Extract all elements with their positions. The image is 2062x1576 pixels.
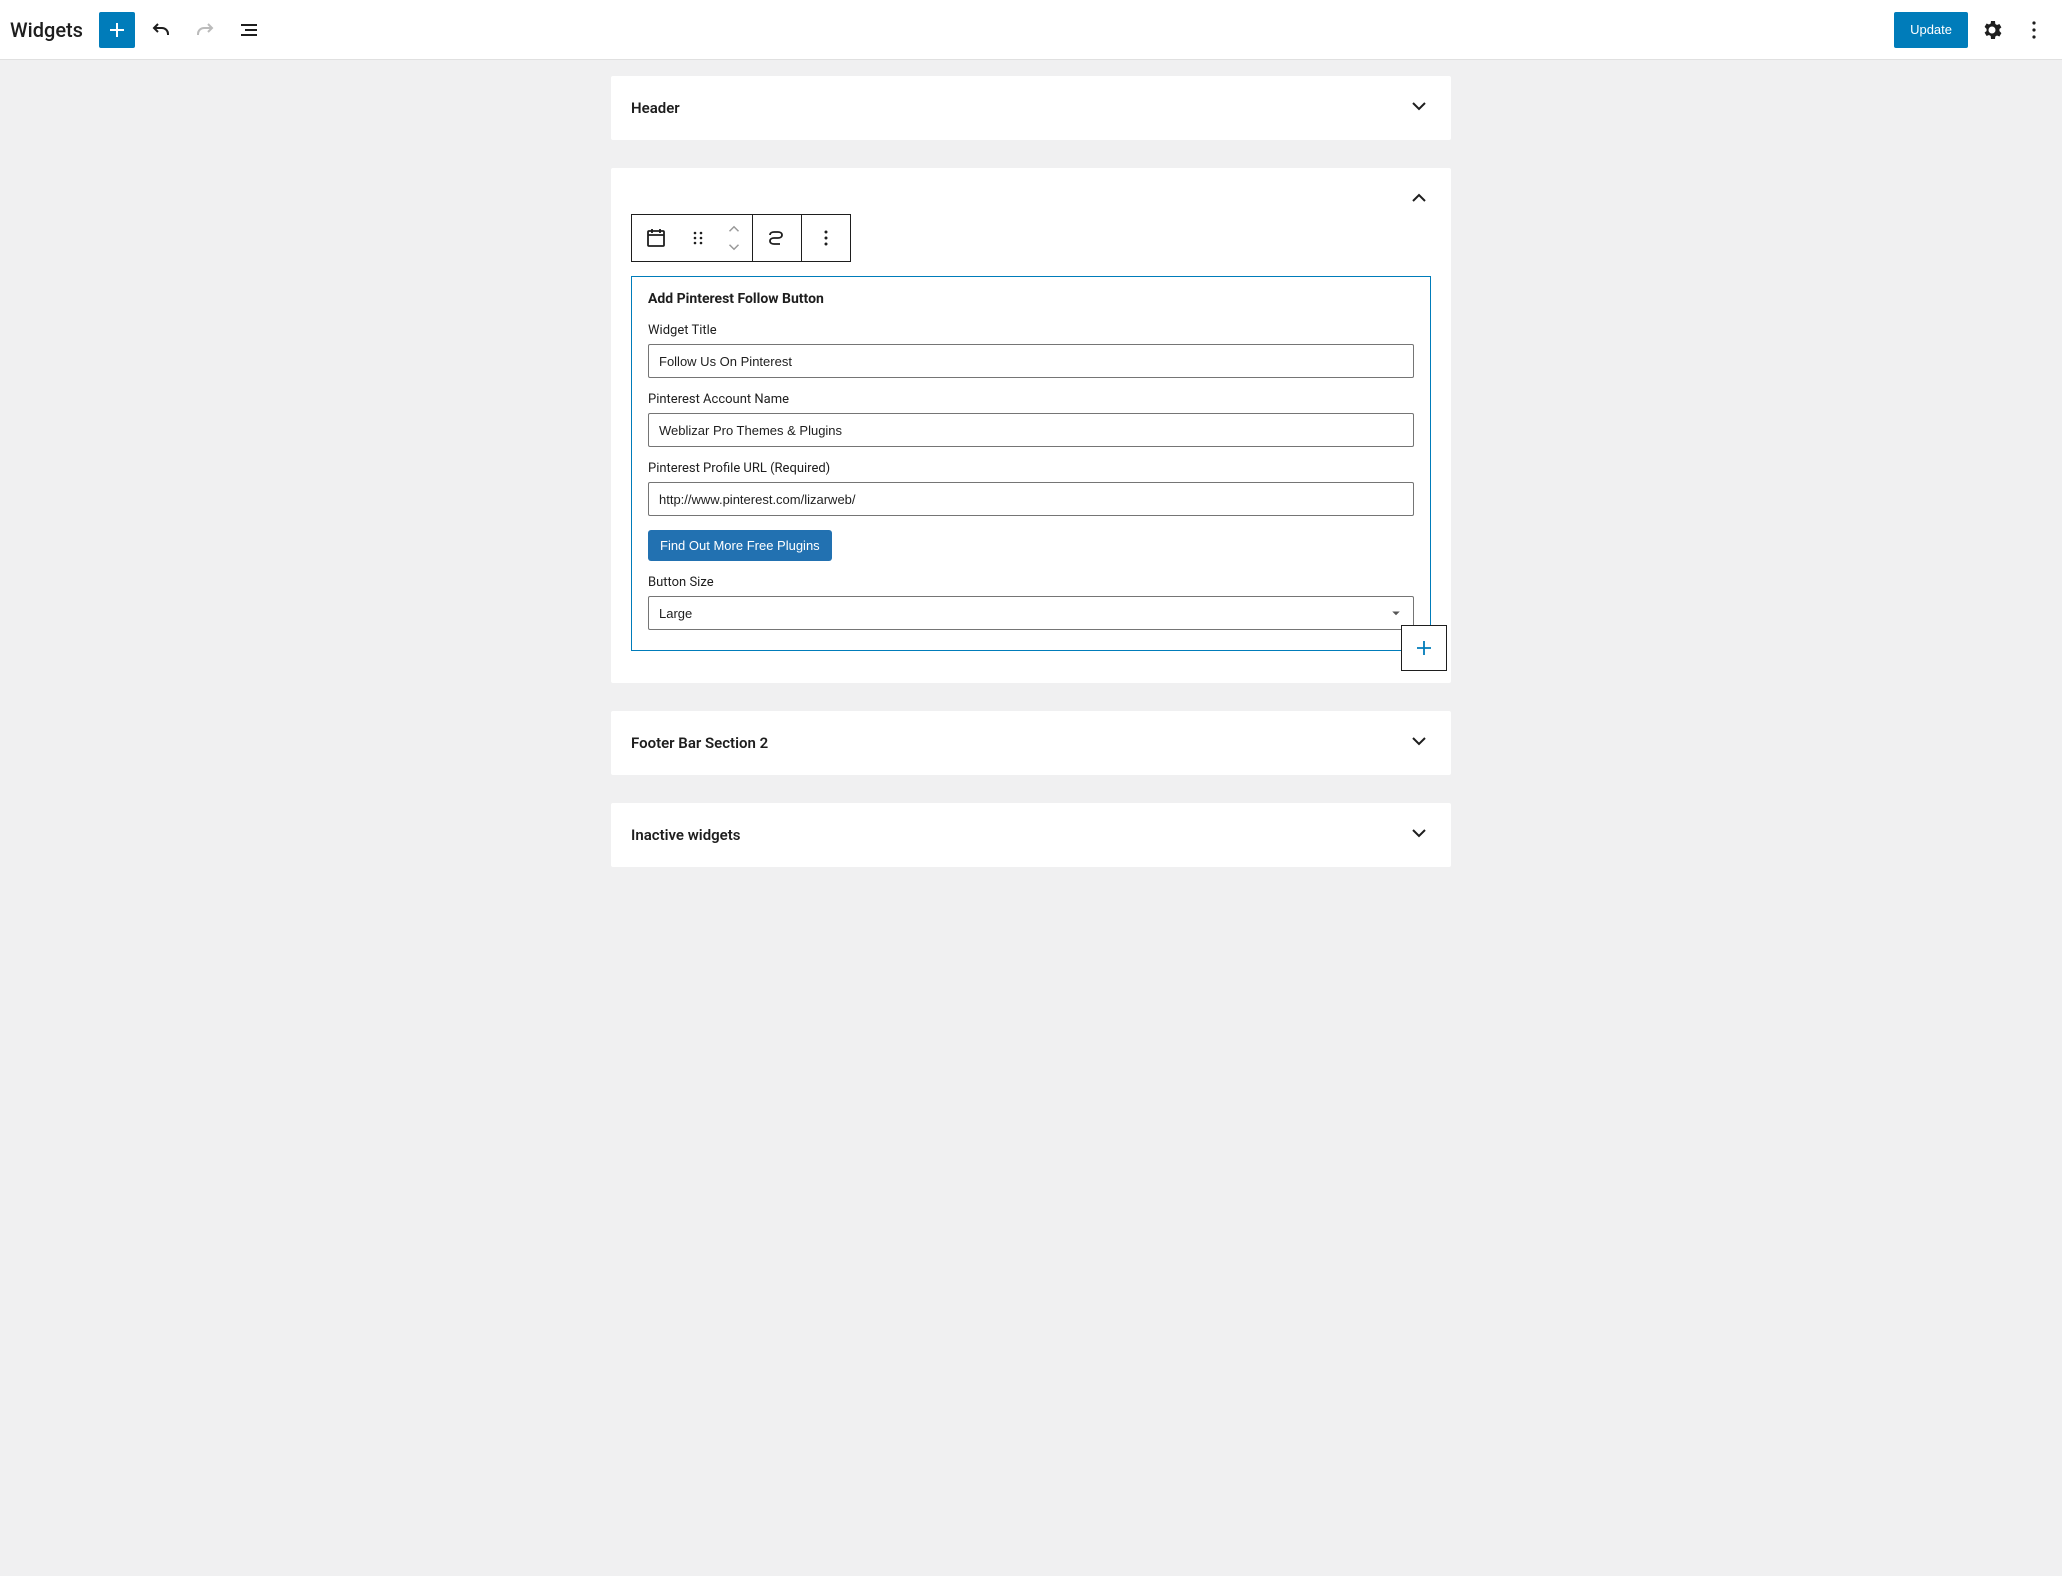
label-profile-url: Pinterest Profile URL (Required) <box>648 461 1414 476</box>
widget-area-inactive: Inactive widgets <box>611 803 1451 867</box>
plus-icon <box>1412 636 1436 660</box>
update-button[interactable]: Update <box>1894 12 1968 48</box>
widget-area-expanded: Add Pinterest Follow Button Widget Title… <box>611 168 1451 683</box>
widget-area-footer-bar-2: Footer Bar Section 2 <box>611 711 1451 775</box>
input-account-name[interactable] <box>648 413 1414 447</box>
add-block-toggle[interactable] <box>99 12 135 48</box>
block-type-button[interactable] <box>632 215 680 261</box>
more-vertical-icon <box>814 226 838 250</box>
chevron-down-icon <box>725 238 743 256</box>
move-up-button[interactable] <box>716 220 752 238</box>
panel-body: Add Pinterest Follow Button Widget Title… <box>611 214 1451 683</box>
panel-toggle-expanded[interactable] <box>611 168 1451 214</box>
field-account-name: Pinterest Account Name <box>648 392 1414 447</box>
chevron-down-icon <box>1407 821 1431 849</box>
drag-handle[interactable] <box>680 215 716 261</box>
panel-title: Footer Bar Section 2 <box>631 734 768 752</box>
redo-icon <box>193 18 217 42</box>
drag-icon <box>686 226 710 250</box>
field-button-size: Button Size Large <box>648 575 1414 630</box>
top-bar-right: Update <box>1894 12 2052 48</box>
panel-title: Inactive widgets <box>631 826 741 844</box>
move-to-button[interactable] <box>753 215 801 261</box>
move-to-icon <box>765 226 789 250</box>
widget-area-header: Header <box>611 76 1451 140</box>
block-toolbar <box>631 214 851 262</box>
panel-toggle-footer[interactable]: Footer Bar Section 2 <box>611 711 1451 775</box>
label-account-name: Pinterest Account Name <box>648 392 1414 407</box>
chevron-down-icon <box>1407 729 1431 757</box>
options-button[interactable] <box>2016 12 2052 48</box>
list-view-icon <box>237 18 261 42</box>
panel-title: Header <box>631 99 680 117</box>
panel-toggle-header[interactable]: Header <box>611 76 1451 140</box>
top-bar-left: Widgets <box>10 12 267 48</box>
page-title: Widgets <box>10 18 91 42</box>
input-profile-url[interactable] <box>648 482 1414 516</box>
settings-button[interactable] <box>1974 12 2010 48</box>
field-widget-title: Widget Title <box>648 323 1414 378</box>
block-options-button[interactable] <box>802 215 850 261</box>
plus-icon <box>105 18 129 42</box>
pinterest-follow-widget-block: Add Pinterest Follow Button Widget Title… <box>631 276 1431 651</box>
undo-icon <box>149 18 173 42</box>
label-widget-title: Widget Title <box>648 323 1414 338</box>
chevron-up-icon <box>1407 186 1431 214</box>
more-vertical-icon <box>2022 18 2046 42</box>
chevron-down-icon <box>1407 94 1431 122</box>
input-widget-title[interactable] <box>648 344 1414 378</box>
block-mover <box>716 215 752 261</box>
panel-toggle-inactive[interactable]: Inactive widgets <box>611 803 1451 867</box>
select-button-size[interactable]: Large <box>648 596 1414 630</box>
widget-block-title: Add Pinterest Follow Button <box>648 291 1414 307</box>
widget-areas: Header <box>611 60 1451 935</box>
field-profile-url: Pinterest Profile URL (Required) <box>648 461 1414 516</box>
calendar-icon <box>644 226 668 250</box>
chevron-up-icon <box>725 220 743 238</box>
add-block-inline-button[interactable] <box>1401 625 1447 671</box>
label-button-size: Button Size <box>648 575 1414 590</box>
list-view-button[interactable] <box>231 12 267 48</box>
undo-button[interactable] <box>143 12 179 48</box>
redo-button[interactable] <box>187 12 223 48</box>
editor-top-bar: Widgets Update <box>0 0 2062 60</box>
gear-icon <box>1980 18 2004 42</box>
move-down-button[interactable] <box>716 238 752 256</box>
more-plugins-button[interactable]: Find Out More Free Plugins <box>648 530 832 561</box>
